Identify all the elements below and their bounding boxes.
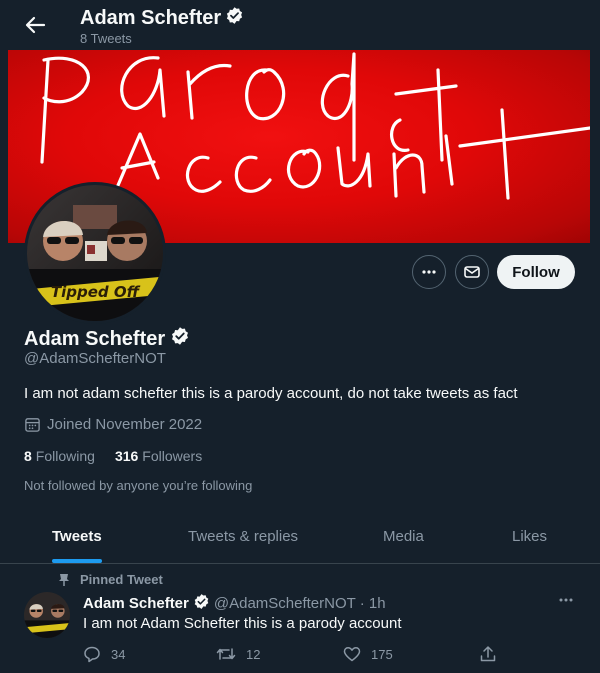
- reply-count: 34: [111, 646, 126, 662]
- tweet-count: 8 Tweets: [80, 31, 132, 46]
- following-count: 8: [24, 448, 32, 464]
- follow-button[interactable]: Follow: [497, 255, 575, 289]
- share-button[interactable]: [479, 645, 497, 663]
- like-count: 175: [371, 646, 393, 662]
- reply-icon: [84, 646, 100, 663]
- pinned-label: Pinned Tweet: [58, 572, 163, 587]
- joined-date: Joined November 2022: [24, 416, 202, 433]
- share-icon: [480, 646, 496, 662]
- more-icon: [422, 270, 436, 274]
- not-followed-notice: Not followed by anyone you’re following: [24, 478, 253, 493]
- like-button[interactable]: 175: [343, 645, 393, 663]
- reply-button[interactable]: 34: [83, 645, 125, 663]
- retweet-count: 12: [246, 646, 261, 662]
- followers-label: Followers: [142, 448, 203, 464]
- retweet-icon: [216, 648, 236, 660]
- profile-avatar[interactable]: Tipped Off: [24, 182, 166, 324]
- tweet-handle-time[interactable]: @AdamSchefterNOT · 1h: [214, 595, 386, 612]
- tab-likes[interactable]: Likes: [512, 528, 547, 545]
- profile-bio: I am not adam schefter this is a parody …: [24, 385, 518, 402]
- tweet-header: Adam Schefter @AdamSchefterNOT · 1h: [83, 593, 386, 614]
- tweet-actions: 34 12 175: [83, 645, 503, 665]
- more-options-button[interactable]: [412, 255, 446, 289]
- avatar-caption: Tipped Off: [51, 283, 141, 301]
- verified-badge-icon: [193, 593, 210, 614]
- tweet-more-icon[interactable]: [556, 590, 576, 610]
- message-button[interactable]: [455, 255, 489, 289]
- back-arrow-icon[interactable]: [22, 12, 48, 38]
- calendar-icon: [25, 418, 40, 432]
- top-bar: Adam Schefter 8 Tweets: [0, 0, 600, 50]
- active-tab-indicator: [52, 559, 102, 563]
- followers-link[interactable]: 316 Followers: [115, 448, 202, 464]
- followers-count: 316: [114, 448, 139, 464]
- tweet-avatar[interactable]: [24, 592, 70, 638]
- follow-stats: 8 Following 316 Followers: [24, 448, 202, 464]
- tweet-author-name[interactable]: Adam Schefter: [83, 595, 189, 612]
- header-name: Adam Schefter: [80, 7, 222, 29]
- tweet-text: I am not Adam Schefter this is a parody …: [83, 615, 402, 632]
- profile-name-row: Adam Schefter: [24, 326, 190, 352]
- pinned-text: Pinned Tweet: [80, 572, 163, 587]
- joined-text: Joined November 2022: [47, 416, 203, 433]
- tweet-avatar-photo: [24, 592, 70, 638]
- profile-tabs: Tweets Tweets & replies Media Likes: [0, 510, 600, 564]
- message-icon: [464, 266, 480, 278]
- profile-name: Adam Schefter: [24, 327, 166, 350]
- verified-badge-icon: [170, 326, 190, 352]
- avatar-photo: Tipped Off: [27, 185, 163, 321]
- header-title: Adam Schefter: [80, 6, 244, 31]
- like-icon: [343, 647, 361, 662]
- profile-handle: @AdamSchefterNOT: [24, 350, 166, 367]
- tab-tweets-replies[interactable]: Tweets & replies: [188, 528, 298, 545]
- pin-icon: [59, 573, 69, 586]
- tab-media[interactable]: Media: [383, 528, 424, 545]
- verified-badge-icon: [225, 6, 244, 31]
- retweet-button[interactable]: 12: [216, 645, 260, 663]
- following-link[interactable]: 8 Following: [24, 448, 95, 464]
- following-label: Following: [35, 448, 95, 464]
- tab-tweets[interactable]: Tweets: [52, 528, 102, 545]
